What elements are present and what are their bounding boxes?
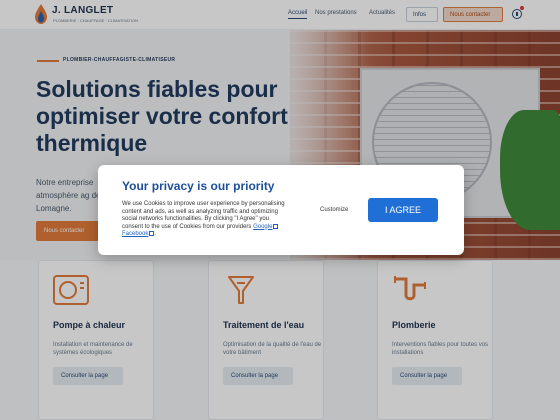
customize-button[interactable]: Customize <box>320 207 348 213</box>
privacy-modal: Your privacy is our priority We use Cook… <box>98 165 464 255</box>
privacy-body: We use Cookies to improve user experienc… <box>122 201 285 238</box>
agree-button[interactable]: I AGREE <box>368 198 438 222</box>
facebook-link[interactable]: Facebook <box>122 231 155 237</box>
privacy-title: Your privacy is our priority <box>122 179 275 193</box>
external-link-icon <box>273 223 279 229</box>
external-link-icon <box>149 231 155 237</box>
google-link[interactable]: Google <box>253 223 279 230</box>
